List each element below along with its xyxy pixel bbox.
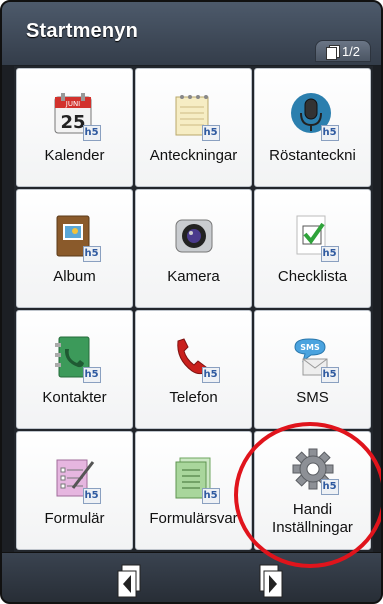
- tile-checklista[interactable]: h5 Checklista: [254, 189, 371, 308]
- tile-anteckningar[interactable]: h5 Anteckningar: [135, 68, 252, 187]
- tile-label-line2: Inställningar: [272, 518, 353, 536]
- svg-text:25: 25: [60, 112, 85, 133]
- tile-label: Röstanteckni: [269, 146, 356, 164]
- tile-rostanteckningar[interactable]: h5 Röstanteckni: [254, 68, 371, 187]
- h5-badge: h5: [82, 124, 101, 141]
- tile-label: Anteckningar: [149, 146, 238, 164]
- phone-handset-icon: h5: [170, 333, 220, 383]
- tile-handi-installningar[interactable]: h5 Handi Inställningar: [254, 431, 371, 550]
- calendar-icon: JUNI 25 h5: [51, 91, 101, 141]
- h5-badge: h5: [82, 366, 101, 383]
- page-title: Startmenyn: [26, 20, 139, 42]
- tile-formular[interactable]: h5 Formulär: [16, 431, 133, 550]
- h5-badge: h5: [201, 366, 220, 383]
- tile-label: Telefon: [169, 388, 218, 406]
- h5-badge: h5: [82, 487, 101, 504]
- app-grid: JUNI 25 h5 Kalender h5 Anteckningar h5 R…: [14, 66, 373, 552]
- h5-badge: h5: [201, 124, 220, 141]
- header-bar: Startmenyn 1/2: [2, 2, 381, 66]
- page-indicator[interactable]: 1/2: [315, 40, 371, 62]
- tile-label: Kalender: [44, 146, 105, 164]
- tile-label: Checklista: [277, 267, 348, 285]
- microphone-icon: h5: [289, 91, 339, 141]
- tile-album[interactable]: h5 Album: [16, 189, 133, 308]
- camera-icon: [170, 212, 218, 260]
- tile-label: Formulärsvar: [149, 509, 238, 527]
- h5-badge: h5: [320, 124, 339, 141]
- h5-badge: h5: [82, 245, 101, 262]
- tile-label: SMS: [296, 388, 329, 406]
- svg-text:SMS: SMS: [300, 343, 320, 352]
- sms-bubble-icon: SMS h5: [289, 333, 339, 383]
- h5-badge: h5: [320, 245, 339, 262]
- form-pen-icon: h5: [51, 454, 101, 504]
- page-forward-icon[interactable]: [256, 563, 286, 599]
- tile-kalender[interactable]: JUNI 25 h5 Kalender: [16, 68, 133, 187]
- svg-text:JUNI: JUNI: [64, 100, 80, 108]
- page-back-icon[interactable]: [114, 563, 144, 599]
- tile-label: Kontakter: [42, 388, 107, 406]
- h5-badge: h5: [320, 478, 339, 495]
- tile-sms[interactable]: SMS h5 SMS: [254, 310, 371, 429]
- pages-icon: [325, 44, 340, 60]
- photo-album-icon: h5: [51, 212, 101, 262]
- bottom-navigation-bar: [2, 552, 381, 602]
- settings-gear-icon: h5: [289, 445, 339, 495]
- checklist-icon: h5: [289, 212, 339, 262]
- contacts-book-icon: h5: [51, 333, 101, 383]
- tile-label: Kamera: [167, 267, 220, 285]
- tile-formularsvar[interactable]: h5 Formulärsvar: [135, 431, 252, 550]
- tile-label: Formulär: [44, 509, 105, 527]
- page-indicator-label: 1/2: [341, 43, 361, 59]
- notepad-icon: h5: [170, 91, 220, 141]
- tile-label: Album: [53, 267, 96, 285]
- tile-kontakter[interactable]: h5 Kontakter: [16, 310, 133, 429]
- tile-telefon[interactable]: h5 Telefon: [135, 310, 252, 429]
- phone-screen: Startmenyn 1/2 JUNI 25 h5 Kalender h5 An…: [0, 0, 383, 604]
- h5-badge: h5: [320, 366, 339, 383]
- tile-label-line1: Handi: [292, 500, 333, 518]
- tile-kamera[interactable]: Kamera: [135, 189, 252, 308]
- form-answers-icon: h5: [170, 454, 220, 504]
- h5-badge: h5: [201, 487, 220, 504]
